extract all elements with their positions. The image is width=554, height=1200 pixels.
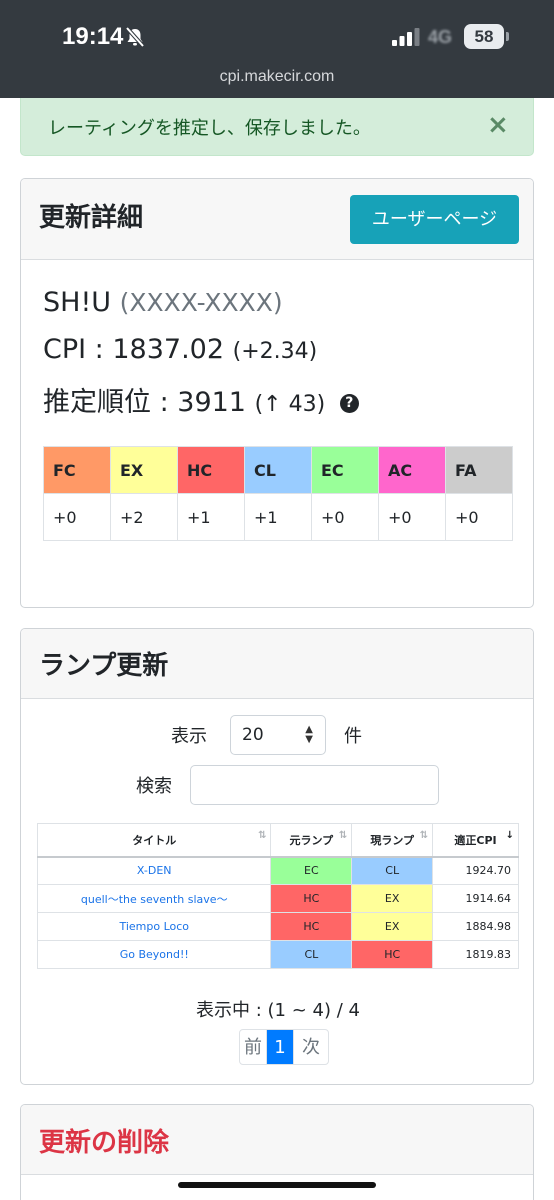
lamp-value-ac: +0 — [378, 493, 446, 541]
page-size-select[interactable]: 20 ▲ ▼ — [230, 715, 326, 755]
search-input[interactable] — [190, 765, 439, 805]
old-lamp-cell: EC — [270, 856, 353, 885]
cpi-cell: 1819.83 — [432, 940, 519, 969]
lamp-summary-table: FC EX HC CL EC AC FA +0 +2 +1 +1 +0 +0 +… — [43, 446, 513, 541]
lamp-update-header: ランプ更新 — [21, 629, 533, 699]
table-row: Go Beyond!! CL HC 1819.83 — [36, 940, 519, 969]
network-type: 4G — [428, 27, 453, 47]
battery-icon: 58 — [464, 24, 504, 49]
sort-icon: ⇅ — [338, 830, 348, 841]
signal-icon — [392, 28, 420, 46]
song-title-link[interactable]: X-DEN — [36, 856, 272, 885]
home-indicator — [178, 1182, 376, 1188]
player-id: (XXXX-XXXX) — [119, 288, 283, 317]
song-title-link[interactable]: Go Beyond!! — [36, 940, 272, 969]
page-size-label: 表示 — [171, 726, 207, 747]
lamp-value-fa: +0 — [445, 493, 513, 541]
status-time: 19:14 — [62, 23, 124, 50]
col-new-lamp-label: 現ランプ — [370, 833, 414, 847]
old-lamp-cell: CL — [270, 940, 353, 969]
lamp-header-cl: CL — [244, 446, 312, 494]
update-detail-title: 更新詳細 — [39, 203, 144, 233]
bell-muted-icon — [125, 26, 145, 48]
col-cpi[interactable]: 適正CPI ↓ — [432, 823, 519, 858]
rank-value: 推定順位 : 3911 — [43, 387, 246, 418]
lamp-header-ac: AC — [378, 446, 446, 494]
lamp-update-body: 表示 20 ▲ ▼ 件 検索 タイトル ⇅ 元ランプ ⇅ 現ランプ ⇅ 適正CPI ↓ X… — [21, 699, 533, 1084]
player-name: SH!U — [43, 287, 112, 318]
lamp-header-ec: EC — [311, 446, 379, 494]
page-1-button[interactable]: 1 — [267, 1030, 294, 1064]
old-lamp-cell: HC — [270, 884, 353, 913]
player-line: SH!U (XXXX-XXXX) — [43, 287, 283, 318]
table-row: quell～the seventh slave～ HC EX 1914.64 — [36, 884, 519, 913]
update-detail-card: 更新詳細 ユーザーページ SH!U (XXXX-XXXX) CPI : 1837… — [20, 178, 534, 608]
prev-page-button[interactable]: 前 — [240, 1030, 267, 1064]
new-lamp-cell: EX — [351, 912, 434, 941]
cpi-cell: 1914.64 — [432, 884, 519, 913]
lamp-value-hc: +1 — [177, 493, 245, 541]
table-row: X-DEN EC CL 1924.70 — [36, 856, 519, 885]
lamp-value-fc: +0 — [43, 493, 111, 541]
col-title-label: タイトル — [132, 833, 177, 847]
pagination: 前 1 次 — [239, 1029, 329, 1065]
cpi-delta: (+2.34) — [232, 339, 318, 364]
table-row: Tiempo Loco HC EX 1884.98 — [36, 912, 519, 941]
close-icon[interactable]: × — [487, 110, 509, 140]
cpi-value: CPI : 1837.02 — [43, 334, 225, 365]
lamp-update-table: タイトル ⇅ 元ランプ ⇅ 現ランプ ⇅ 適正CPI ↓ X-DEN EC CL 1924.7… — [36, 823, 519, 969]
sort-desc-icon: ↓ — [505, 830, 514, 841]
user-page-button[interactable]: ユーザーページ — [350, 195, 519, 244]
status-bar: 19:14 4G 58 cpi.makecir.com — [0, 0, 554, 98]
col-new-lamp[interactable]: 現ランプ ⇅ — [351, 823, 434, 858]
battery-tip — [506, 32, 509, 41]
lamp-value-ex: +2 — [110, 493, 178, 541]
delete-header: 更新の削除 — [21, 1105, 533, 1175]
lamp-value-ec: +0 — [311, 493, 379, 541]
count-suffix: 件 — [344, 726, 362, 747]
col-cpi-label: 適正CPI — [454, 833, 497, 847]
help-icon[interactable]: ? — [339, 394, 359, 413]
search-label: 検索 — [136, 776, 172, 797]
col-old-lamp-label: 元ランプ — [289, 833, 334, 847]
col-title[interactable]: タイトル ⇅ — [36, 823, 272, 858]
col-old-lamp[interactable]: 元ランプ ⇅ — [270, 823, 353, 858]
new-lamp-cell: EX — [351, 884, 434, 913]
rank-line: 推定順位 : 3911 (↑ 43) ? — [43, 380, 359, 419]
lamp-header-fa: FA — [445, 446, 513, 494]
delete-title: 更新の削除 — [39, 1128, 170, 1158]
song-title-link[interactable]: quell～the seventh slave～ — [36, 884, 272, 913]
rank-delta: (↑ 43) — [254, 392, 326, 417]
lamp-update-title: ランプ更新 — [39, 651, 169, 681]
sort-icon: ⇅ — [419, 830, 429, 841]
lamp-update-card: ランプ更新 表示 20 ▲ ▼ 件 検索 タイトル ⇅ 元ランプ ⇅ 現ランプ ⇅ 適正… — [20, 628, 534, 1085]
page-size-value: 20 — [242, 725, 264, 745]
lamp-value-cl: +1 — [244, 493, 312, 541]
url-bar[interactable]: cpi.makecir.com — [0, 68, 554, 86]
paging-info: 表示中 : (1 ~ 4) / 4 — [196, 1000, 360, 1021]
new-lamp-cell: CL — [351, 856, 434, 885]
cpi-line: CPI : 1837.02 (+2.34) — [43, 334, 317, 365]
success-alert: レーティングを推定し、保存しました。 × — [20, 98, 534, 156]
update-detail-header: 更新詳細 ユーザーページ — [21, 179, 533, 260]
old-lamp-cell: HC — [270, 912, 353, 941]
select-arrows-icon: ▲ ▼ — [305, 724, 313, 745]
new-lamp-cell: HC — [351, 940, 434, 969]
lamp-header-ex: EX — [110, 446, 178, 494]
lamp-header-hc: HC — [177, 446, 245, 494]
alert-message: レーティングを推定し、保存しました。 — [48, 118, 371, 139]
cpi-cell: 1884.98 — [432, 912, 519, 941]
sort-icon: ⇅ — [258, 830, 267, 841]
lamp-header-fc: FC — [43, 446, 111, 494]
cpi-cell: 1924.70 — [432, 856, 519, 885]
song-title-link[interactable]: Tiempo Loco — [36, 912, 272, 941]
next-page-button[interactable]: 次 — [294, 1030, 328, 1064]
